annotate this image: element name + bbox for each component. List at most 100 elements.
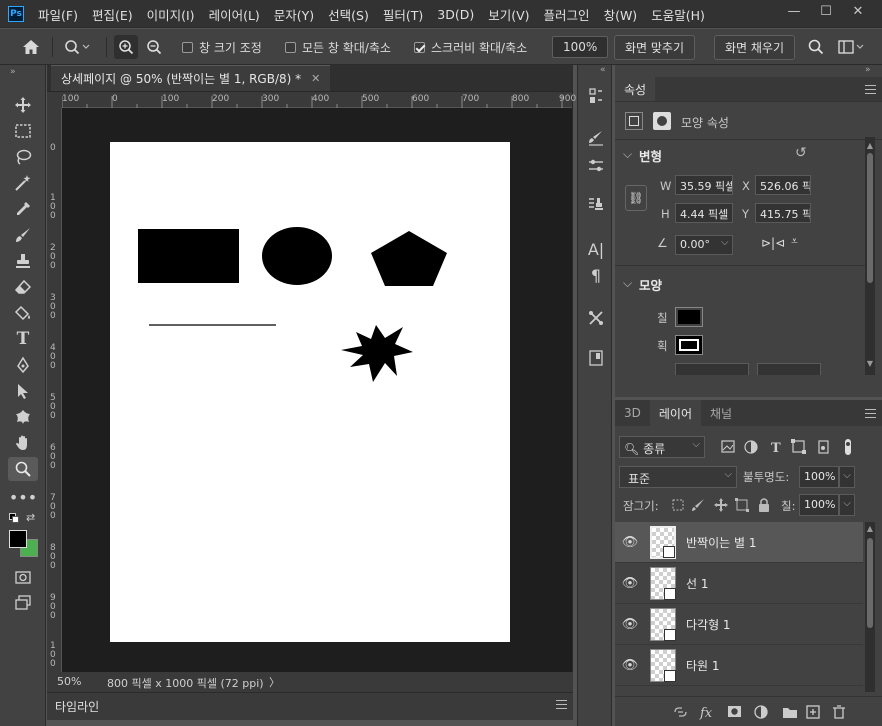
collapse-panel-icon[interactable]: » xyxy=(865,65,871,75)
quick-mask-icon[interactable] xyxy=(8,565,38,589)
height-field[interactable]: 4.44 픽셀 xyxy=(675,203,733,223)
foreground-color-swatch[interactable] xyxy=(9,530,27,548)
menu-filter[interactable]: 필터(T) xyxy=(383,5,423,24)
search-icon[interactable] xyxy=(808,29,824,65)
minimize-button[interactable]: — xyxy=(776,2,812,22)
scrubby-zoom-checkbox[interactable]: 스크러비 확대/축소 xyxy=(414,29,527,65)
path-selection-tool-icon[interactable] xyxy=(8,379,38,403)
menu-file[interactable]: 파일(F) xyxy=(38,5,78,24)
menu-layer[interactable]: 레이어(L) xyxy=(209,5,260,24)
flip-vertical-icon[interactable]: ⩡ xyxy=(791,234,798,249)
swap-colors-icon[interactable]: ⇄ xyxy=(26,511,35,524)
menu-plugins[interactable]: 플러그인 xyxy=(544,5,590,24)
menu-type[interactable]: 문자(Y) xyxy=(274,5,314,24)
y-field[interactable]: 415.75 픽 xyxy=(755,203,811,223)
x-field[interactable]: 526.06 픽 xyxy=(755,175,811,195)
menu-image[interactable]: 이미지(I) xyxy=(147,5,195,24)
hand-tool-icon[interactable] xyxy=(8,431,38,455)
layer-row[interactable]: 👁︎ 반짝이는 별 1 xyxy=(615,522,863,563)
stroke-type-field[interactable] xyxy=(757,363,821,375)
brush-tool-icon[interactable] xyxy=(8,223,38,247)
collapse-panel-icon[interactable]: » xyxy=(10,67,16,77)
layer-row[interactable]: 👁︎ 타원 1 xyxy=(615,645,863,686)
opacity-field[interactable]: 100% xyxy=(799,466,839,488)
fill-opacity-field[interactable]: 100% xyxy=(799,494,839,516)
stamp-tool-icon[interactable] xyxy=(8,249,38,273)
link-dimensions-icon[interactable]: ⛓ xyxy=(625,185,647,211)
chevron-down-icon[interactable]: ⌵ xyxy=(721,237,729,248)
chevron-down-icon[interactable]: ⌵ xyxy=(839,466,855,488)
pen-tool-icon[interactable] xyxy=(8,353,38,377)
zoom-tool-icon[interactable] xyxy=(8,457,38,481)
layers-menu-icon[interactable] xyxy=(865,409,876,418)
menu-3d[interactable]: 3D(D) xyxy=(437,7,474,22)
zoom-out-icon[interactable] xyxy=(146,29,162,65)
blend-mode-dropdown[interactable]: 표준 ⌵ xyxy=(619,466,737,488)
document-tab[interactable]: 상세페이지 @ 50% (반짝이는 별 1, RGB/8) * ✕ xyxy=(51,65,331,91)
layer-filter-icons[interactable]: T xyxy=(719,438,859,456)
width-field[interactable]: 35.59 픽셀 xyxy=(675,175,733,195)
home-icon[interactable] xyxy=(22,29,40,65)
horizontal-ruler[interactable]: 100 0 100 200 300 400 500 600 700 800 90… xyxy=(62,92,576,108)
status-menu-arrow-icon[interactable]: 〉 xyxy=(269,674,280,690)
tab-layers[interactable]: 레이어 xyxy=(649,400,701,426)
zoom-in-icon[interactable] xyxy=(114,29,138,65)
eraser-tool-icon[interactable] xyxy=(8,275,38,299)
screen-mode-icon[interactable] xyxy=(8,591,38,615)
close-tab-icon[interactable]: ✕ xyxy=(311,72,320,85)
resize-windows-checkbox[interactable]: 창 크기 조정 xyxy=(182,29,262,65)
custom-shape-tool-icon[interactable] xyxy=(8,405,38,429)
clone-source-icon[interactable] xyxy=(585,195,607,217)
zoom-tool-preset-icon[interactable] xyxy=(64,29,90,65)
tab-channels[interactable]: 채널 xyxy=(701,400,741,426)
layer-actions[interactable]: fx xyxy=(673,703,853,721)
lasso-tool-icon[interactable] xyxy=(8,145,38,169)
eyedropper-tool-icon[interactable] xyxy=(8,197,38,221)
timeline-menu-icon[interactable] xyxy=(556,700,567,709)
libraries-icon[interactable] xyxy=(585,349,607,371)
more-tools-icon[interactable]: ••• xyxy=(8,485,38,509)
brush-settings-icon[interactable] xyxy=(585,129,607,151)
move-tool-icon[interactable] xyxy=(8,93,38,117)
chevron-down-icon[interactable]: ⌵ xyxy=(839,494,855,516)
menu-help[interactable]: 도움말(H) xyxy=(651,5,705,24)
restore-button[interactable]: ☐ xyxy=(808,2,844,22)
visibility-eye-icon[interactable]: 👁︎ xyxy=(615,617,645,632)
layer-filter-dropdown[interactable]: 🔍︎ 종류 ⌵ xyxy=(619,436,705,458)
fill-screen-button[interactable]: 화면 채우기 xyxy=(714,34,796,60)
timeline-tab[interactable]: 타임라인 xyxy=(55,698,99,715)
properties-menu-icon[interactable] xyxy=(865,85,876,94)
marquee-tool-icon[interactable] xyxy=(8,119,38,143)
layers-scrollbar[interactable]: ▲ xyxy=(865,522,875,692)
lock-icons[interactable] xyxy=(671,496,775,514)
menu-select[interactable]: 선택(S) xyxy=(328,5,369,24)
properties-scrollbar[interactable]: ▲ ▼ xyxy=(865,137,875,375)
menu-window[interactable]: 창(W) xyxy=(604,5,638,24)
character-icon[interactable]: A| xyxy=(585,239,607,261)
visibility-eye-icon[interactable]: 👁︎ xyxy=(615,658,645,673)
menu-edit[interactable]: 편집(E) xyxy=(92,5,133,24)
shape-bounds-icon[interactable] xyxy=(625,112,643,130)
fit-screen-button[interactable]: 화면 맞추기 xyxy=(614,34,696,60)
visibility-eye-icon[interactable]: 👁︎ xyxy=(615,535,645,550)
zoom-percent-field[interactable]: 100% xyxy=(552,36,609,58)
paint-bucket-tool-icon[interactable] xyxy=(8,301,38,325)
flip-horizontal-icon[interactable]: ⊳|⊲ xyxy=(761,236,785,250)
layer-row[interactable]: 👁︎ 선 1 xyxy=(615,563,863,604)
tab-properties[interactable]: 속성 xyxy=(615,77,656,101)
chevron-down-icon[interactable]: ⌵ xyxy=(623,276,632,291)
paragraph-icon[interactable]: ¶ xyxy=(585,265,607,287)
vertical-ruler[interactable]: 0 1 0 0 2 0 0 3 0 0 4 0 0 5 0 0 6 0 0 7 … xyxy=(47,108,62,672)
magic-wand-tool-icon[interactable] xyxy=(8,171,38,195)
collapse-panel-icon[interactable]: « xyxy=(600,65,606,75)
tab-3d[interactable]: 3D xyxy=(615,400,650,426)
default-colors-icon[interactable] xyxy=(9,513,19,523)
close-button[interactable]: ✕ xyxy=(840,2,876,22)
zoom-all-windows-checkbox[interactable]: 모든 창 확대/축소 xyxy=(285,29,391,65)
visibility-eye-icon[interactable]: 👁︎ xyxy=(615,576,645,591)
tools-preset-icon[interactable] xyxy=(585,309,607,331)
chevron-down-icon[interactable]: ⌵ xyxy=(623,147,632,162)
workspace-icon[interactable] xyxy=(838,29,864,65)
stroke-width-field[interactable] xyxy=(675,363,749,375)
fill-color-swatch[interactable] xyxy=(675,307,703,327)
